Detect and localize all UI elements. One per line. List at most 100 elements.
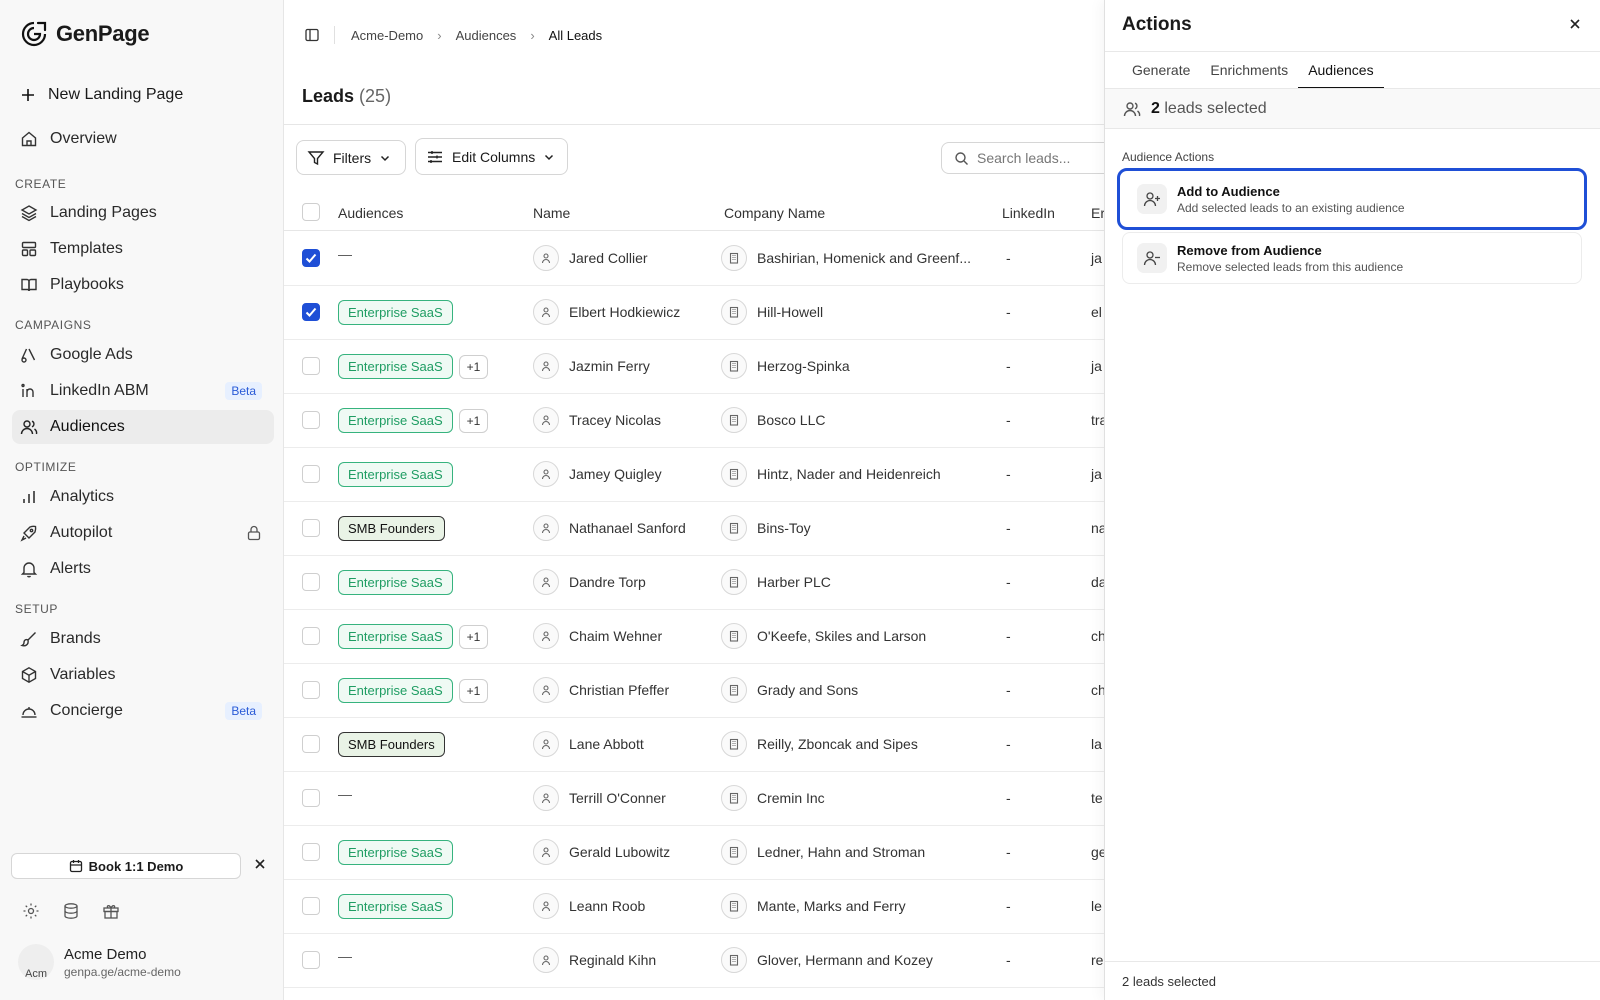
close-icon[interactable]: [1569, 18, 1581, 30]
lead-name[interactable]: Jazmin Ferry: [569, 358, 650, 374]
select-all-checkbox[interactable]: [302, 203, 320, 221]
database-icon[interactable]: [62, 902, 80, 920]
new-landing-page-button[interactable]: New Landing Page: [20, 86, 183, 104]
table-row[interactable]: Enterprise SaaS Gerald Lubowitz Ledner, Ha…: [284, 826, 1104, 880]
dismiss-demo-close-icon[interactable]: [254, 858, 266, 870]
lead-name[interactable]: Elbert Hodkiewicz: [569, 304, 680, 320]
audience-tag[interactable]: Enterprise SaaS: [338, 840, 453, 865]
lead-name[interactable]: Tracey Nicolas: [569, 412, 661, 428]
table-row[interactable]: SMB Founders Nathanael Sanford Bins-Toy - na: [284, 502, 1104, 556]
column-header-name[interactable]: Name: [533, 205, 570, 221]
table-row[interactable]: Enterprise SaaS Elbert Hodkiewicz Hill-How…: [284, 286, 1104, 340]
panel-title: Actions: [1122, 14, 1192, 35]
row-checkbox[interactable]: [302, 519, 320, 537]
table-row[interactable]: Enterprise SaaS Leann Roob Mante, Marks an…: [284, 880, 1104, 934]
app-logo[interactable]: GenPage: [20, 20, 150, 48]
more-audiences-badge[interactable]: +1: [458, 409, 489, 433]
sidebar-item-alerts[interactable]: Alerts: [12, 552, 274, 586]
lead-name[interactable]: Nathanael Sanford: [569, 520, 686, 536]
column-header-company[interactable]: Company Name: [724, 205, 825, 221]
column-header-email[interactable]: Er: [1091, 205, 1104, 221]
row-checkbox[interactable]: [302, 357, 320, 375]
row-checkbox[interactable]: [302, 573, 320, 591]
lead-name[interactable]: Terrill O'Conner: [569, 790, 666, 806]
email-value: da: [1091, 574, 1104, 590]
lead-name[interactable]: Dandre Torp: [569, 574, 646, 590]
row-checkbox[interactable]: [302, 843, 320, 861]
tab-audiences[interactable]: Audiences: [1298, 52, 1384, 89]
search-input[interactable]: [977, 150, 1104, 166]
audience-tag[interactable]: SMB Founders: [338, 516, 445, 541]
filters-button[interactable]: Filters: [296, 140, 406, 175]
lead-name[interactable]: Reginald Kihn: [569, 952, 656, 968]
breadcrumb-item[interactable]: Audiences: [456, 28, 517, 43]
row-checkbox[interactable]: [302, 249, 320, 267]
table-row[interactable]: Enterprise SaaS Dandre Torp Harber PLC - da: [284, 556, 1104, 610]
column-header-audiences[interactable]: Audiences: [338, 205, 403, 221]
row-checkbox[interactable]: [302, 627, 320, 645]
table-row[interactable]: Enterprise SaaS +1 Christian Pfeffer Grady …: [284, 664, 1104, 718]
gift-icon[interactable]: [102, 902, 120, 920]
edit-columns-button[interactable]: Edit Columns: [415, 138, 568, 175]
row-checkbox[interactable]: [302, 303, 320, 321]
lead-name[interactable]: Christian Pfeffer: [569, 682, 669, 698]
column-header-linkedin[interactable]: LinkedIn: [1002, 205, 1055, 221]
breadcrumb-item[interactable]: Acme-Demo: [351, 28, 423, 43]
tab-enrichments[interactable]: Enrichments: [1200, 52, 1298, 89]
lead-name[interactable]: Gerald Lubowitz: [569, 844, 670, 860]
more-audiences-badge[interactable]: +1: [458, 625, 489, 649]
table-row[interactable]: Enterprise SaaS +1 Tracey Nicolas Bosco LLC…: [284, 394, 1104, 448]
row-checkbox[interactable]: [302, 465, 320, 483]
table-row[interactable]: Enterprise SaaS +1 Chaim Wehner O'Keefe, Sk…: [284, 610, 1104, 664]
table-row[interactable]: Enterprise SaaS Jamey Quigley Hintz, Nader…: [284, 448, 1104, 502]
table-row[interactable]: — Reginald Kihn Glover, Hermann and Kozey -…: [284, 934, 1104, 988]
sidebar-item-audiences[interactable]: Audiences: [12, 410, 274, 444]
row-checkbox[interactable]: [302, 897, 320, 915]
table-row[interactable]: — Terrill O'Conner Cremin Inc - te: [284, 772, 1104, 826]
row-checkbox[interactable]: [302, 735, 320, 753]
sidebar-item-linkedin-abm[interactable]: LinkedIn ABM Beta: [12, 374, 274, 408]
remove-from-audience-button[interactable]: Remove from Audience Remove selected lea…: [1122, 232, 1582, 284]
user-profile[interactable]: Acm Acme Demo genpa.ge/acme-demo: [18, 944, 181, 980]
tab-generate[interactable]: Generate: [1122, 52, 1200, 89]
more-audiences-badge[interactable]: +1: [458, 679, 489, 703]
search-box[interactable]: [941, 142, 1104, 174]
more-audiences-badge[interactable]: +1: [458, 355, 489, 379]
table-row[interactable]: SMB Founders Lane Abbott Reilly, Zboncak a…: [284, 718, 1104, 772]
sidebar-item-analytics[interactable]: Analytics: [12, 480, 274, 514]
sidebar-item-playbooks[interactable]: Playbooks: [12, 268, 274, 302]
lead-name[interactable]: Jamey Quigley: [569, 466, 662, 482]
audience-tag[interactable]: Enterprise SaaS: [338, 300, 453, 325]
settings-gear-icon[interactable]: [22, 902, 40, 920]
sidebar-item-concierge[interactable]: Concierge Beta: [12, 694, 274, 728]
row-checkbox[interactable]: [302, 411, 320, 429]
row-checkbox[interactable]: [302, 951, 320, 969]
audience-tag[interactable]: Enterprise SaaS: [338, 462, 453, 487]
row-checkbox[interactable]: [302, 789, 320, 807]
table-row[interactable]: — Jared Collier Bashirian, Homenick and Gr…: [284, 232, 1104, 286]
row-checkbox[interactable]: [302, 681, 320, 699]
audience-tag[interactable]: Enterprise SaaS: [338, 408, 453, 433]
sidebar-item-brands[interactable]: Brands: [12, 622, 274, 656]
sidebar-item-google-ads[interactable]: Google Ads: [12, 338, 274, 372]
sidebar-item-autopilot[interactable]: Autopilot: [12, 516, 274, 550]
book-demo-button[interactable]: Book 1:1 Demo: [11, 853, 241, 879]
lead-name[interactable]: Lane Abbott: [569, 736, 644, 752]
lead-name[interactable]: Chaim Wehner: [569, 628, 662, 644]
add-to-audience-button[interactable]: Add to Audience Add selected leads to an…: [1117, 168, 1587, 230]
audience-tag[interactable]: Enterprise SaaS: [338, 678, 453, 703]
table-row[interactable]: Enterprise SaaS +1 Jazmin Ferry Herzog-Spin…: [284, 340, 1104, 394]
audience-tag[interactable]: SMB Founders: [338, 732, 445, 757]
audience-tag[interactable]: Enterprise SaaS: [338, 570, 453, 595]
building-icon: [721, 353, 747, 379]
lead-name[interactable]: Leann Roob: [569, 898, 645, 914]
sidebar-toggle-icon[interactable]: [304, 27, 320, 43]
audience-tag[interactable]: Enterprise SaaS: [338, 624, 453, 649]
sidebar-item-overview[interactable]: Overview: [12, 122, 274, 156]
sidebar-item-landing-pages[interactable]: Landing Pages: [12, 196, 274, 230]
sidebar-item-variables[interactable]: Variables: [12, 658, 274, 692]
lead-name[interactable]: Jared Collier: [569, 250, 648, 266]
audience-tag[interactable]: Enterprise SaaS: [338, 354, 453, 379]
audience-tag[interactable]: Enterprise SaaS: [338, 894, 453, 919]
sidebar-item-templates[interactable]: Templates: [12, 232, 274, 266]
